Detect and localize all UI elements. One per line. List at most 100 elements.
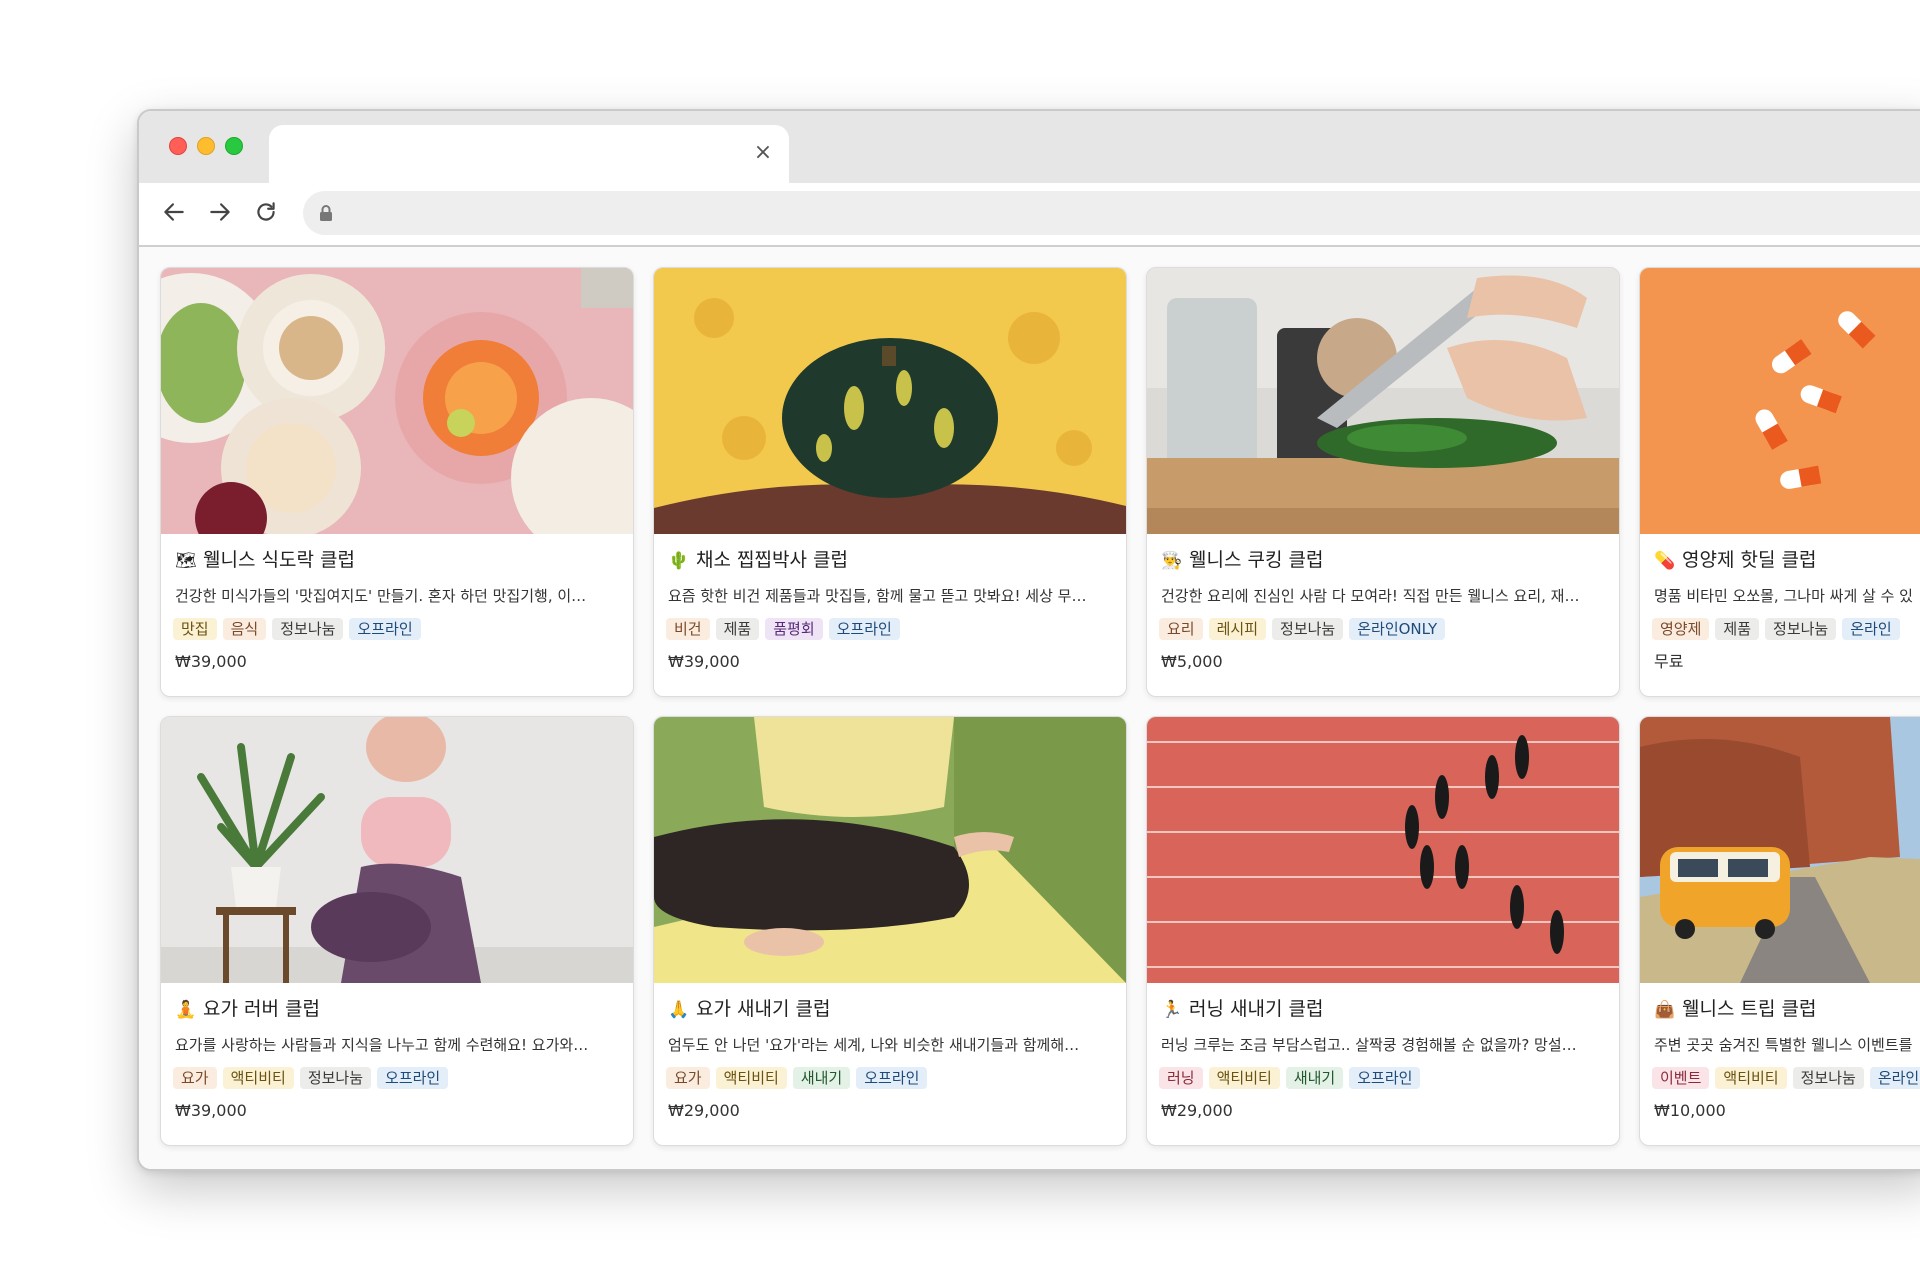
card-image	[1640, 717, 1920, 983]
card-image	[161, 717, 633, 983]
browser-tab[interactable]: ×	[269, 125, 789, 187]
card-price: 무료	[1654, 652, 1684, 671]
forward-button[interactable]	[203, 195, 237, 229]
club-card[interactable]: 🌵 채소 찝찝박사 클럽 요즘 핫한 비건 제품들과 맛집들, 함께 물고 뜯고 …	[653, 267, 1127, 697]
card-image	[1640, 268, 1920, 534]
tag: 정보나눔	[299, 1067, 372, 1089]
club-card[interactable]: 🏃 러닝 새내기 클럽 러닝 크루는 조금 부담스럽고.. 살짝쿵 경험해볼 순 …	[1146, 716, 1620, 1146]
browser-window: × 🗺 웰니스 식도락 클럽 건강한 미식가들의 '맛집여지도' 만들기. 혼자…	[137, 109, 1920, 1171]
card-price: ₩5,000	[1161, 652, 1223, 671]
tag: 정보나눔	[1765, 618, 1837, 640]
reload-icon	[257, 202, 275, 221]
tag: 오프라인	[856, 1067, 928, 1089]
tag: 오프라인	[828, 618, 900, 640]
tag: 온라인	[1869, 1067, 1920, 1089]
card-title: 💊 영양제 핫딜 클럽	[1654, 546, 1816, 575]
close-window-button[interactable]	[169, 137, 187, 155]
pills-image	[1640, 268, 1920, 534]
card-tags: 요리 레시피 정보나눔 온라인ONLY	[1159, 618, 1451, 640]
card-tags: 요가 액티비티 새내기 오프라인	[666, 1067, 933, 1089]
club-card[interactable]: 👜 웰니스 트립 클럽 주변 곳곳 숨겨진 특별한 웰니스 이벤트를 이벤트 액티비…	[1639, 716, 1920, 1146]
card-description: 건강한 미식가들의 '맛집여지도' 만들기. 혼자 하던 맛집기행, 이…	[175, 587, 587, 605]
chef-icon: 👨‍🍳	[1161, 551, 1183, 571]
maximize-window-button[interactable]	[225, 137, 243, 155]
tag: 음식	[222, 618, 267, 640]
tag: 러닝	[1159, 1067, 1203, 1089]
back-button[interactable]	[157, 195, 191, 229]
tag: 온라인ONLY	[1349, 618, 1446, 640]
tag: 오프라인	[1349, 1067, 1421, 1089]
tag: 새내기	[792, 1067, 851, 1089]
bag-icon: 👜	[1654, 1000, 1676, 1020]
tag: 액티비티	[1715, 1067, 1787, 1089]
tag: 비건	[666, 618, 710, 640]
card-description: 엄두도 안 나던 '요가'라는 세계, 나와 비슷한 새내기들과 함께해…	[668, 1036, 1080, 1054]
minimize-window-button[interactable]	[197, 137, 215, 155]
tag: 요가	[173, 1067, 217, 1089]
meditation-image	[654, 717, 1126, 983]
tag: 맛집	[173, 618, 217, 640]
club-grid: 🗺 웰니스 식도락 클럽 건강한 미식가들의 '맛집여지도' 만들기. 혼자 하던…	[139, 247, 1920, 1169]
card-price: ₩10,000	[1654, 1101, 1726, 1120]
tag: 액티비티	[1208, 1067, 1280, 1089]
card-tags: 러닝 액티비티 새내기 오프라인	[1159, 1067, 1426, 1089]
card-price: ₩29,000	[1161, 1101, 1233, 1120]
road-trip-image	[1640, 717, 1920, 983]
runner-icon: 🏃	[1161, 1000, 1183, 1020]
card-tags: 비건 제품 품평회 오프라인	[666, 618, 906, 640]
arrow-left-icon	[164, 203, 184, 221]
club-card[interactable]: 🙏 요가 새내기 클럽 엄두도 안 나던 '요가'라는 세계, 나와 비슷한 새내…	[653, 716, 1127, 1146]
card-description: 주변 곳곳 숨겨진 특별한 웰니스 이벤트를	[1654, 1036, 1913, 1054]
tag: 오프라인	[377, 1067, 449, 1089]
card-description: 요가를 사랑하는 사람들과 지식을 나누고 함께 수련해요! 요가와…	[175, 1036, 589, 1054]
card-price: ₩39,000	[175, 1101, 247, 1120]
club-card[interactable]: 💊 영양제 핫딜 클럽 명품 비타민 오쏘몰, 그나마 싸게 살 수 있 영양제 제…	[1639, 267, 1920, 697]
club-card[interactable]: 👨‍🍳 웰니스 쿠킹 클럽 건강한 요리에 진심인 사람 다 모여라! 직접 만든…	[1146, 267, 1620, 697]
tag: 제품	[1715, 618, 1760, 640]
reload-button[interactable]	[249, 195, 283, 229]
address-bar[interactable]	[303, 191, 1920, 235]
tag: 제품	[715, 618, 760, 640]
tag: 품평회	[765, 618, 823, 640]
tab-close-icon[interactable]: ×	[751, 141, 775, 165]
club-card[interactable]: 🗺 웰니스 식도락 클럽 건강한 미식가들의 '맛집여지도' 만들기. 혼자 하던…	[160, 267, 634, 697]
card-tags: 이벤트 액티비티 정보나눔 온라인	[1652, 1067, 1920, 1089]
arrow-right-icon	[210, 203, 230, 221]
card-title: 🗺 웰니스 식도락 클럽	[175, 546, 355, 575]
tag: 정보나눔	[272, 618, 344, 640]
tag: 이벤트	[1652, 1067, 1710, 1089]
card-tags: 맛집 음식 정보나눔 오프라인	[173, 618, 427, 640]
lock-icon	[320, 205, 332, 221]
card-title: 👜 웰니스 트립 클럽	[1654, 995, 1816, 1024]
tag: 요가	[666, 1067, 710, 1089]
tag: 액티비티	[222, 1067, 294, 1089]
card-description: 건강한 요리에 진심인 사람 다 모여라! 직접 만든 웰니스 요리, 재…	[1161, 587, 1580, 605]
card-tags: 영양제 제품 정보나눔 온라인	[1652, 618, 1906, 640]
card-description: 명품 비타민 오쏘몰, 그나마 싸게 살 수 있	[1654, 587, 1913, 605]
yoga-pose-image	[161, 717, 633, 983]
browser-toolbar	[139, 183, 1920, 247]
card-image	[654, 268, 1126, 534]
cactus-icon: 🌵	[668, 551, 690, 571]
yoga-icon: 🧘	[175, 1000, 197, 1020]
url-input[interactable]	[347, 197, 1251, 231]
card-description: 요즘 핫한 비건 제품들과 맛집들, 함께 물고 뜯고 맛봐요! 세상 무…	[668, 587, 1087, 605]
map-icon: 🗺	[175, 551, 197, 571]
tag: 요리	[1159, 618, 1203, 640]
card-title: 👨‍🍳 웰니스 쿠킹 클럽	[1161, 546, 1323, 575]
card-price: ₩39,000	[175, 652, 247, 671]
tag: 레시피	[1208, 618, 1267, 640]
praying-icon: 🙏	[668, 1000, 690, 1020]
tag: 오프라인	[349, 618, 421, 640]
pumpkin-image	[654, 268, 1126, 534]
card-description: 러닝 크루는 조금 부담스럽고.. 살짝쿵 경험해볼 순 없을까? 망설…	[1161, 1036, 1577, 1054]
tag: 정보나눔	[1272, 618, 1344, 640]
club-card[interactable]: 🧘 요가 러버 클럽 요가를 사랑하는 사람들과 지식을 나누고 함께 수련해요!…	[160, 716, 634, 1146]
card-price: ₩29,000	[668, 1101, 740, 1120]
card-title: 🧘 요가 러버 클럽	[175, 995, 320, 1024]
card-title: 🏃 러닝 새내기 클럽	[1161, 995, 1323, 1024]
pill-icon: 💊	[1654, 551, 1676, 571]
food-table-image	[161, 268, 633, 534]
card-tags: 요가 액티비티 정보나눔 오프라인	[173, 1067, 454, 1089]
tag: 온라인	[1842, 618, 1900, 640]
